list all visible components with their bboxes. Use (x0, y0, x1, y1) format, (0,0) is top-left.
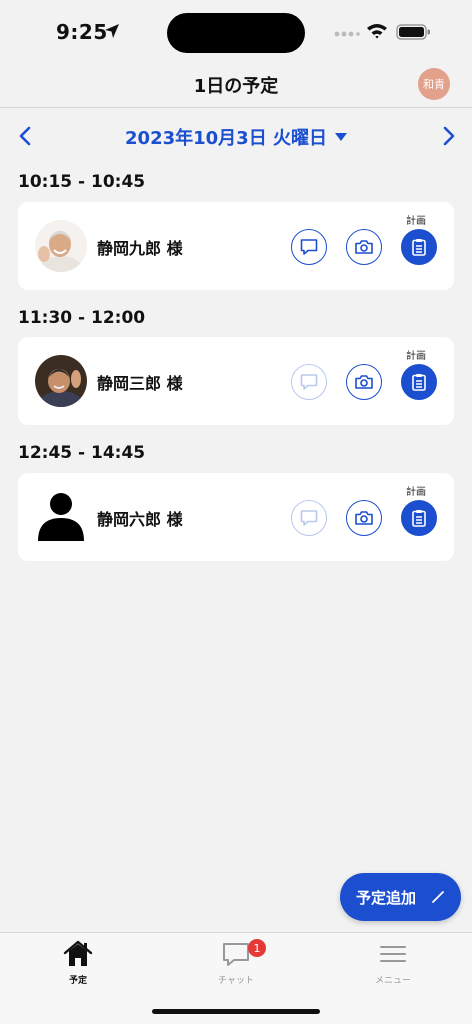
page-title: 1日の予定 (193, 76, 279, 97)
battery-icon (396, 24, 430, 40)
wifi-icon (367, 24, 387, 39)
location-arrow-icon (105, 24, 119, 38)
unread-badge: 1 (248, 939, 266, 957)
person-silhouette-icon (38, 493, 84, 541)
camera-icon (355, 511, 373, 525)
chat-bubble-icon (223, 943, 249, 966)
clipboard-icon (412, 510, 426, 527)
chat-icon (300, 510, 318, 526)
date-selector[interactable]: 2023年10月3日 火曜日 (0, 124, 472, 150)
plan-label: 計画 (406, 351, 426, 362)
plan-button[interactable] (401, 500, 437, 536)
appointment-time: 12:45 - 14:45 (18, 443, 146, 463)
user-avatar[interactable]: 和青 (418, 68, 450, 100)
tab-menu[interactable]: メニュー (343, 939, 443, 995)
tab-schedule[interactable]: 予定 (28, 939, 128, 995)
client-avatar (35, 220, 87, 272)
appointment-time: 10:15 - 10:45 (18, 172, 146, 192)
clipboard-icon (412, 374, 426, 391)
camera-icon (355, 240, 373, 254)
camera-button[interactable] (346, 500, 382, 536)
client-name: 静岡三郎 様 (97, 374, 183, 393)
date-navigator: 2023年10月3日 火曜日 (0, 118, 472, 158)
appointment-card[interactable]: 静岡九郎 様 計画 (18, 202, 454, 290)
tab-label: 予定 (68, 976, 87, 986)
tab-label: チャット (218, 976, 254, 986)
client-name: 静岡九郎 様 (97, 239, 183, 258)
date-label: 2023年10月3日 火曜日 (125, 128, 327, 149)
app-header: 1日の予定 和青 (0, 62, 472, 108)
plan-button[interactable] (401, 364, 437, 400)
camera-button[interactable] (346, 229, 382, 265)
chat-button-disabled (291, 364, 327, 400)
appointment-card[interactable]: 静岡三郎 様 計画 (18, 337, 454, 425)
add-schedule-button[interactable]: 予定追加 (340, 873, 461, 921)
tab-label: メニュー (374, 976, 411, 986)
plan-label: 計画 (406, 487, 426, 498)
status-time: 9:25 (56, 20, 108, 44)
home-icon (63, 940, 93, 966)
plan-label: 計画 (406, 216, 426, 227)
chevron-right-icon[interactable] (436, 124, 460, 148)
chat-icon (300, 239, 318, 255)
clipboard-icon (412, 239, 426, 256)
chat-button[interactable] (291, 229, 327, 265)
client-avatar (35, 355, 87, 407)
tab-chat[interactable]: 1 チャット (186, 939, 286, 995)
client-name: 静岡六郎 様 (97, 510, 183, 529)
add-schedule-label: 予定追加 (356, 888, 417, 907)
appointment-card[interactable]: 静岡六郎 様 計画 (18, 473, 454, 561)
cellular-signal-icon (334, 31, 360, 37)
pencil-icon (432, 891, 444, 903)
home-indicator (152, 1009, 320, 1014)
caret-down-icon (334, 133, 347, 141)
chat-icon (300, 374, 318, 390)
dynamic-island (167, 13, 305, 53)
status-bar: 9:25 (0, 0, 472, 62)
camera-button[interactable] (346, 364, 382, 400)
plan-button[interactable] (401, 229, 437, 265)
hamburger-menu-icon (380, 946, 406, 962)
chat-button-disabled (291, 500, 327, 536)
appointment-time: 11:30 - 12:00 (18, 308, 146, 328)
camera-icon (355, 375, 373, 389)
